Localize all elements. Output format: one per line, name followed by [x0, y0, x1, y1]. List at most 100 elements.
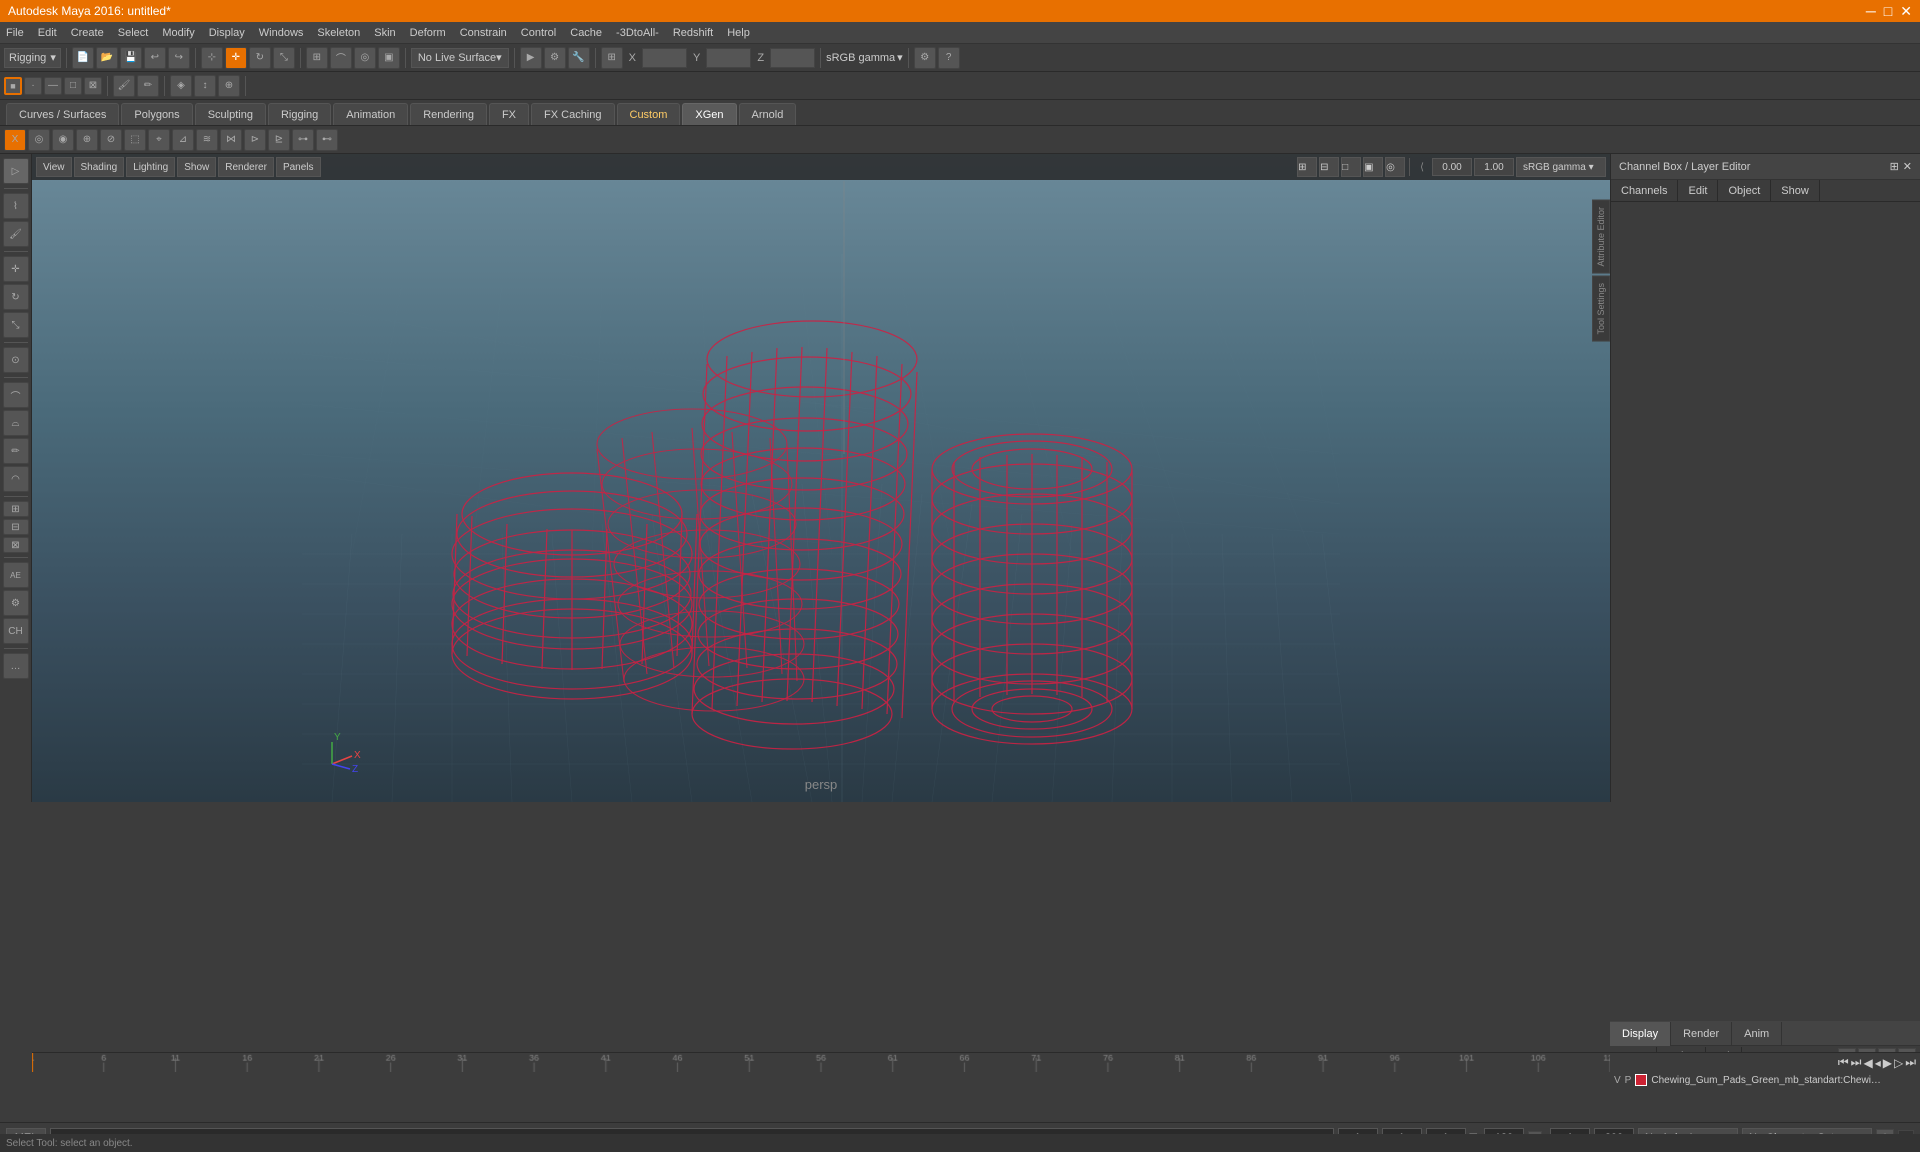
undo-btn[interactable]: ↩ — [144, 47, 166, 69]
ep-curve-tool[interactable]: ⌓ — [3, 410, 29, 436]
maximize-btn[interactable]: □ — [1884, 3, 1892, 20]
tab-fx[interactable]: FX — [489, 103, 529, 125]
shelf-icon-12[interactable]: ⊵ — [268, 129, 290, 151]
coord-x-input[interactable] — [642, 48, 687, 68]
grid-btn[interactable]: ⊞ — [601, 47, 623, 69]
display-settings-btn[interactable]: 🔧 — [568, 47, 590, 69]
tab-arnold[interactable]: Arnold — [739, 103, 797, 125]
snap-point-btn[interactable]: ◎ — [354, 47, 376, 69]
shelf-icon-1[interactable]: X — [4, 129, 26, 151]
menu-windows[interactable]: Windows — [259, 27, 304, 39]
tab-animation[interactable]: Animation — [333, 103, 408, 125]
cb-tab-channels[interactable]: Channels — [1611, 180, 1678, 202]
options-btn[interactable]: … — [3, 653, 29, 679]
shelf-icon-11[interactable]: ⊳ — [244, 129, 266, 151]
rotate-tool-left[interactable]: ↻ — [3, 284, 29, 310]
mode-dropdown[interactable]: Rigging ▾ — [4, 48, 61, 68]
tab-xgen[interactable]: XGen — [682, 103, 736, 125]
menu-cache[interactable]: Cache — [570, 27, 602, 39]
tab-fx-caching[interactable]: FX Caching — [531, 103, 614, 125]
save-file-btn[interactable]: 💾 — [120, 47, 142, 69]
pb-play-back[interactable]: ◂ — [1875, 1056, 1881, 1070]
shelf-icon-3[interactable]: ◉ — [52, 129, 74, 151]
tab-polygons[interactable]: Polygons — [121, 103, 192, 125]
shelf-icon-13[interactable]: ⊶ — [292, 129, 314, 151]
tab-curves-surfaces[interactable]: Curves / Surfaces — [6, 103, 119, 125]
window-controls[interactable]: ─ □ ✕ — [1866, 3, 1912, 20]
layer-p-label[interactable]: P — [1625, 1075, 1632, 1086]
menu-help[interactable]: Help — [727, 27, 750, 39]
arc-tool[interactable]: ◠ — [3, 466, 29, 492]
snap-surface-btn[interactable]: ▣ — [378, 47, 400, 69]
shelf-icon-5[interactable]: ⊘ — [100, 129, 122, 151]
no-live-surface-dropdown[interactable]: No Live Surface ▾ — [411, 48, 509, 68]
shelf-icon-9[interactable]: ≋ — [196, 129, 218, 151]
face-mode-btn[interactable]: □ — [64, 77, 82, 95]
rotate-tool-btn[interactable]: ↻ — [249, 47, 271, 69]
pb-play-fwd[interactable]: ▶ — [1883, 1056, 1892, 1070]
display-mode-3[interactable]: ⊠ — [3, 537, 29, 553]
tool-settings-tab[interactable]: Tool Settings — [1592, 276, 1610, 342]
cluster-btn[interactable]: ⊕ — [218, 75, 240, 97]
edge-mode-btn[interactable]: — — [44, 77, 62, 95]
pb-first[interactable]: ⏮ — [1838, 1055, 1849, 1070]
menu-file[interactable]: File — [6, 27, 24, 39]
menu-deform[interactable]: Deform — [410, 27, 446, 39]
shelf-icon-10[interactable]: ⋈ — [220, 129, 242, 151]
snap-curve-btn[interactable]: ⌒ — [330, 47, 352, 69]
uvmap-mode-btn[interactable]: ⊠ — [84, 77, 102, 95]
ik-btn[interactable]: ↕ — [194, 75, 216, 97]
joints-btn[interactable]: ◈ — [170, 75, 192, 97]
close-panel-icon[interactable]: ✕ — [1903, 160, 1912, 173]
shelf-icon-14[interactable]: ⊷ — [316, 129, 338, 151]
scale-tool-left[interactable]: ⤡ — [3, 312, 29, 338]
lasso-tool[interactable]: ⌇ — [3, 193, 29, 219]
display-mode-2[interactable]: ⊟ — [3, 519, 29, 535]
snap-grid-btn[interactable]: ⊞ — [306, 47, 328, 69]
move-tool-left[interactable]: ✛ — [3, 256, 29, 282]
shelf-icon-8[interactable]: ⊿ — [172, 129, 194, 151]
menu-3dtoall[interactable]: -3DtoAll- — [616, 27, 659, 39]
menu-modify[interactable]: Modify — [162, 27, 194, 39]
component-mode-btn[interactable]: ■ — [4, 77, 22, 95]
menu-display[interactable]: Display — [209, 27, 245, 39]
layer-color-swatch[interactable] — [1635, 1074, 1647, 1086]
curve-tool[interactable]: ⌒ — [3, 382, 29, 408]
close-btn[interactable]: ✕ — [1900, 3, 1912, 20]
settings-btn[interactable]: ⚙ — [914, 47, 936, 69]
coord-y-input[interactable] — [706, 48, 751, 68]
select-tool-btn[interactable]: ⊹ — [201, 47, 223, 69]
menu-constrain[interactable]: Constrain — [460, 27, 507, 39]
layer-v-label[interactable]: V — [1614, 1075, 1621, 1086]
pencil-tool[interactable]: ✏ — [3, 438, 29, 464]
open-file-btn[interactable]: 📂 — [96, 47, 118, 69]
tool-settings-btn[interactable]: ⚙ — [3, 590, 29, 616]
select-tool-left[interactable]: ▷ — [3, 158, 29, 184]
sculpt-btn[interactable]: ✏ — [137, 75, 159, 97]
pb-back[interactable]: ◀ — [1863, 1056, 1872, 1070]
coord-z-input[interactable] — [770, 48, 815, 68]
paint-btn[interactable]: 🖌 — [113, 75, 135, 97]
viewport-3d[interactable]: View Shading Lighting Show Renderer Pane… — [32, 154, 1610, 802]
soft-mod-tool[interactable]: ⊙ — [3, 347, 29, 373]
menu-skin[interactable]: Skin — [374, 27, 395, 39]
menu-control[interactable]: Control — [521, 27, 556, 39]
paint-select-tool[interactable]: 🖌 — [3, 221, 29, 247]
scale-tool-btn[interactable]: ⤡ — [273, 47, 295, 69]
layer-name[interactable]: Chewing_Gum_Pads_Green_mb_standart:Chewi… — [1651, 1075, 1881, 1086]
shelf-icon-7[interactable]: ⌖ — [148, 129, 170, 151]
shelf-icon-6[interactable]: ⬚ — [124, 129, 146, 151]
tab-sculpting[interactable]: Sculpting — [195, 103, 266, 125]
layers-tab-anim[interactable]: Anim — [1732, 1022, 1782, 1046]
tab-rigging[interactable]: Rigging — [268, 103, 331, 125]
cb-tab-show[interactable]: Show — [1771, 180, 1820, 202]
pb-prev[interactable]: ⏭ — [1851, 1055, 1862, 1070]
pb-last[interactable]: ⏭ — [1905, 1055, 1916, 1070]
attr-editor-btn[interactable]: AE — [3, 562, 29, 588]
redo-btn[interactable]: ↪ — [168, 47, 190, 69]
minimize-btn[interactable]: ─ — [1866, 3, 1876, 20]
expand-icon[interactable]: ⊞ — [1890, 160, 1899, 173]
ipr-btn[interactable]: ⚙ — [544, 47, 566, 69]
channel-box-btn[interactable]: CH — [3, 618, 29, 644]
layers-tab-display[interactable]: Display — [1610, 1022, 1671, 1046]
